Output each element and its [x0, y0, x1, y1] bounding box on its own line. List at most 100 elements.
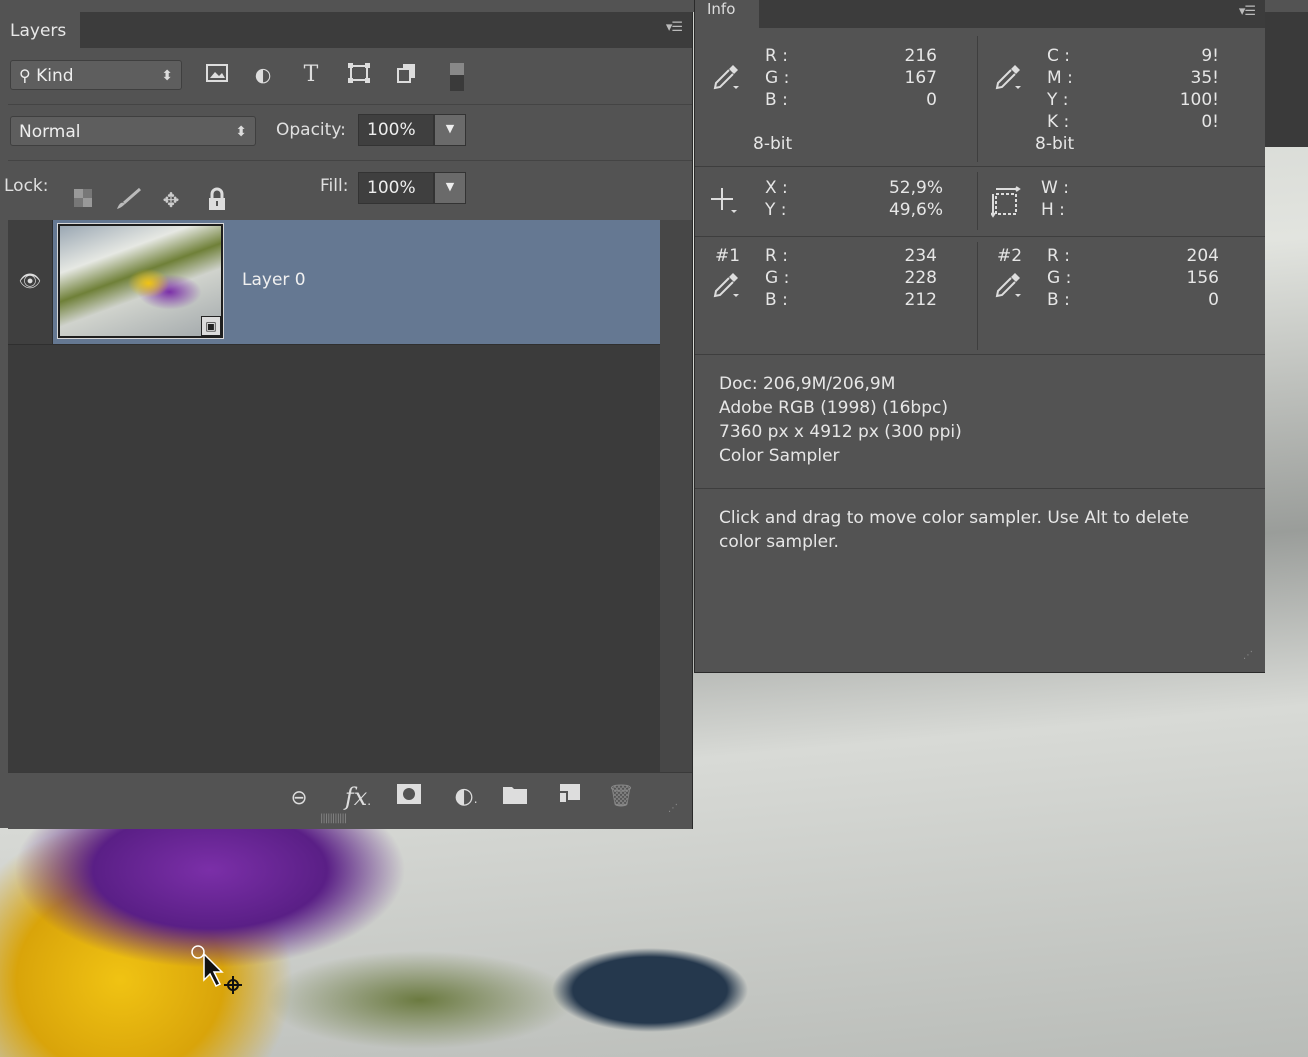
rgb-b-label: B : [765, 90, 788, 110]
rgb-r-value: 216 [904, 46, 937, 66]
cmyk-k-value: 0! [1201, 112, 1219, 132]
rgb-bit-depth: 8-bit [753, 134, 793, 154]
link-layers-icon[interactable]: ⊖ [284, 783, 314, 811]
doc-size: Doc: 206,9M/206,9M [719, 374, 896, 394]
w-label: W : [1041, 178, 1069, 198]
corner-resize-icon[interactable]: ⋰ [668, 803, 678, 814]
layers-list: 👁 ▣ Layer 0 [8, 220, 660, 772]
cmyk-c-label: C : [1047, 46, 1071, 66]
lock-row: Lock: Fill: 100% ▼ [4, 160, 692, 221]
opacity-dropdown-button[interactable]: ▼ [434, 114, 466, 146]
rgb-b-value: 0 [926, 90, 937, 110]
trash-icon[interactable]: 🗑 [606, 783, 636, 811]
layers-tab-bar: Layers ▾☰ [8, 12, 692, 48]
sampler-2-r-value: 204 [1186, 246, 1219, 266]
x-label: X : [765, 178, 788, 198]
divider [977, 36, 978, 162]
group-folder-icon[interactable] [500, 783, 530, 811]
adjustment-layer-icon[interactable]: ◐. [448, 783, 484, 811]
layers-panel: Layers ▾☰ ⚲ Kind ⬍ ◐ T Normal ⬍ Opacity:… [4, 12, 693, 829]
new-layer-icon[interactable] [554, 783, 584, 811]
info-panel: Info ▾☰ R : G : B : 216 167 0 8-bit C : … [694, 0, 1265, 673]
rgb-g-value: 167 [904, 68, 937, 88]
panel-menu-icon[interactable]: ▾☰ [1239, 4, 1256, 19]
sampler-2-label: #2 [997, 246, 1023, 266]
fill-dropdown-button[interactable]: ▼ [434, 172, 466, 204]
layer-name[interactable]: Layer 0 [242, 270, 306, 290]
sampler-2-r-label: R : [1047, 246, 1070, 266]
opacity-input[interactable]: 100% [358, 114, 434, 146]
adjustment-filter-icon[interactable]: ◐ [250, 62, 276, 88]
lock-transparent-icon[interactable] [70, 187, 96, 213]
sampler-2-b-value: 0 [1208, 290, 1219, 310]
pixel-layer-filter-icon[interactable] [204, 62, 230, 88]
blend-mode-label: Normal [19, 122, 81, 142]
filter-kind-dropdown[interactable]: ⚲ Kind ⬍ [10, 60, 182, 90]
blend-mode-dropdown[interactable]: Normal ⬍ [10, 116, 256, 146]
tool-hint-line1: Click and drag to move color sampler. Us… [719, 508, 1189, 528]
smart-object-filter-icon[interactable] [394, 62, 420, 88]
tab-layers[interactable]: Layers [8, 12, 81, 48]
current-tool: Color Sampler [719, 446, 840, 466]
fill-label: Fill: [320, 176, 349, 196]
sampler-2-g-value: 156 [1186, 268, 1219, 288]
panel-menu-icon[interactable]: ▾☰ [666, 20, 683, 35]
shape-filter-icon[interactable] [346, 62, 372, 88]
rgb-r-label: R : [765, 46, 788, 66]
sampler-2-g-label: G : [1047, 268, 1072, 288]
layers-footer: ⊖ fx. ◐. 🗑 ||||||||||| ⋰ [8, 772, 692, 829]
smart-object-badge-icon: ▣ [201, 316, 221, 336]
resize-grip-icon[interactable]: ||||||||||| [320, 813, 347, 824]
layer-mask-icon[interactable] [394, 783, 424, 811]
layer-row[interactable]: 👁 ▣ Layer 0 [8, 220, 660, 345]
cmyk-y-value: 100! [1179, 90, 1219, 110]
rgb-g-label: G : [765, 68, 790, 88]
lock-position-move-icon[interactable]: ✥ [158, 187, 184, 213]
search-icon: ⚲ [19, 66, 31, 85]
dropdown-arrows-icon: ⬍ [235, 124, 247, 140]
document-area-edge [1264, 12, 1308, 147]
crosshair-icon [709, 186, 739, 222]
color-sampler-cursor-icon [186, 940, 246, 1000]
type-filter-icon[interactable]: T [298, 62, 324, 88]
eyedropper-icon[interactable] [993, 62, 1023, 98]
sampler-1-r-value: 234 [904, 246, 937, 266]
document-dimensions: 7360 px x 4912 px (300 ppi) [719, 422, 962, 442]
visibility-eye-icon[interactable]: 👁 [8, 220, 53, 344]
sampler-1-g-label: G : [765, 268, 790, 288]
cmyk-m-value: 35! [1190, 68, 1219, 88]
divider [977, 242, 978, 350]
lock-pixels-brush-icon[interactable] [114, 187, 141, 213]
corner-resize-icon[interactable]: ⋰ [1243, 650, 1253, 661]
sampler-1-label: #1 [715, 246, 741, 266]
blend-row: Normal ⬍ Opacity: 100% ▼ [8, 104, 692, 161]
panel-left-edge [0, 12, 8, 828]
lock-label: Lock: [4, 176, 49, 196]
cmyk-y-label: Y : [1047, 90, 1069, 110]
fx-icon[interactable]: fx. [338, 783, 378, 811]
eyedropper-icon[interactable] [711, 270, 741, 306]
fx-label: fx [344, 783, 368, 811]
x-value: 52,9% [888, 178, 943, 198]
sampler-2-b-label: B : [1047, 290, 1070, 310]
eyedropper-icon[interactable] [993, 270, 1023, 306]
sampler-1-b-value: 212 [904, 290, 937, 310]
cmyk-c-value: 9! [1201, 46, 1219, 66]
filter-kind-label: Kind [36, 66, 74, 86]
sampler-1-b-label: B : [765, 290, 788, 310]
layers-scrollbar[interactable] [660, 220, 692, 772]
y-value: 49,6% [888, 200, 943, 220]
sampler-1-r-label: R : [765, 246, 788, 266]
cmyk-bit-depth: 8-bit [1035, 134, 1075, 154]
h-label: H : [1041, 200, 1065, 220]
divider [977, 172, 978, 230]
fill-input[interactable]: 100% [358, 172, 434, 204]
lock-all-icon[interactable] [204, 187, 230, 213]
filter-toggle-icon[interactable] [444, 62, 470, 91]
opacity-label: Opacity: [276, 120, 346, 140]
eyedropper-icon[interactable] [711, 62, 741, 98]
tool-hint-line2: color sampler. [719, 532, 839, 552]
tab-info[interactable]: Info [695, 0, 759, 28]
info-tab-bar: Info ▾☰ [695, 0, 1265, 28]
layer-thumbnail[interactable]: ▣ [57, 223, 224, 339]
